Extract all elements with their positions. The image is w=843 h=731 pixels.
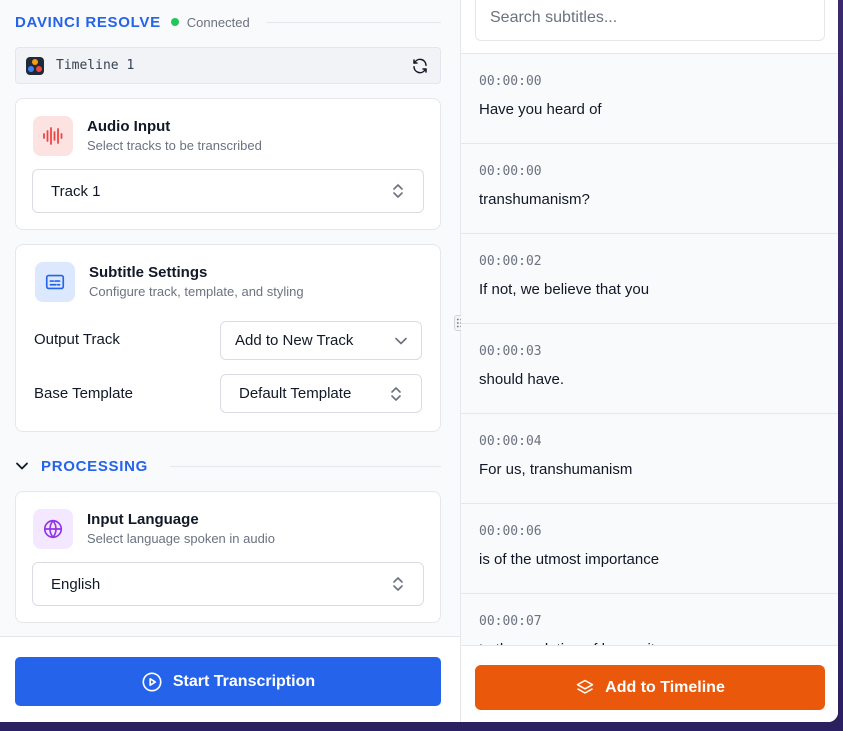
subtitle-timestamp: 00:00:02 [479,254,542,269]
audio-input-title: Audio Input [87,118,171,135]
audio-input-card: Audio Input Select tracks to be transcri… [15,98,441,230]
connection-header: DAVINCI RESOLVE Connected [15,10,441,34]
chevron-up-down-icon [393,184,403,198]
input-language-subtitle: Select language spoken in audio [87,531,275,546]
subtitle-item[interactable]: 00:00:00 Have you heard of [461,54,838,144]
subtitle-text: For us, transhumanism [479,461,633,478]
base-template-label: Base Template [34,385,133,402]
divider-line [265,21,441,23]
subtitle-timestamp: 00:00:00 [479,74,542,89]
chevron-up-down-icon [393,577,403,591]
chevron-down-icon[interactable] [15,461,29,471]
right-footer: Add to Timeline [461,645,838,722]
waveform-icon [33,116,73,156]
settings-panel: DAVINCI RESOLVE Connected Timeline 1 Aud… [0,0,460,722]
start-transcription-button[interactable]: Start Transcription [15,657,441,706]
chevron-down-icon [395,337,407,344]
layers-icon [575,678,595,698]
play-circle-icon [141,671,163,693]
subtitles-panel: 00:00:00 Have you heard of 00:00:00 transhu… [461,0,838,722]
search-bar [461,0,838,54]
start-transcription-label: Start Transcription [172,672,316,690]
subtitle-item[interactable]: 00:00:06 is of the utmost importance [461,504,838,594]
input-language-title: Input Language [87,511,199,528]
output-track-select[interactable]: Add to New Track [220,321,422,360]
subtitle-timestamp: 00:00:00 [479,164,542,179]
subtitle-list[interactable]: 00:00:00 Have you heard of 00:00:00 transhu… [461,54,838,645]
subtitle-item[interactable]: 00:00:00 transhumanism? [461,144,838,234]
timeline-bar: Timeline 1 [15,47,441,84]
davinci-resolve-logo-icon [26,56,44,75]
status-dot-icon [170,18,179,26]
subtitle-item[interactable]: 00:00:03 should have. [461,324,838,414]
add-to-timeline-label: Add to Timeline [605,678,725,696]
output-track-value: Add to New Track [235,332,354,349]
subtitle-settings-card: Subtitle Settings Configure track, templ… [15,244,441,432]
refresh-icon[interactable] [410,56,430,76]
subtitle-settings-title: Subtitle Settings [89,264,208,281]
base-template-select[interactable]: Default Template [220,374,422,413]
language-select-value: English [51,575,101,593]
left-footer: Start Transcription [0,636,460,722]
chevron-up-down-icon [391,386,401,401]
audio-input-subtitle: Select tracks to be transcribed [87,138,262,153]
subtitle-text: should have. [479,371,565,388]
timeline-name: Timeline 1 [56,58,135,73]
track-select[interactable]: Track 1 [32,169,424,213]
subtitle-item[interactable]: 00:00:02 If not, we believe that you [461,234,838,324]
subtitle-timestamp: 00:00:06 [479,524,542,539]
subtitle-text: is of the utmost importance [479,551,660,568]
divider-line [170,465,441,467]
add-to-timeline-button[interactable]: Add to Timeline [475,665,825,710]
base-template-value: Default Template [239,385,352,402]
subtitle-text: If not, we believe that you [479,281,650,298]
subtitle-item[interactable]: 00:00:07to the evolution of humanity [461,594,838,645]
language-select[interactable]: English [32,562,424,606]
search-input[interactable] [475,0,825,41]
subtitle-timestamp: 00:00:07 [479,614,542,629]
processing-section-title: PROCESSING [41,457,149,475]
subtitle-timestamp: 00:00:03 [479,344,542,359]
app-name: DAVINCI RESOLVE [15,13,161,31]
subtitle-text: transhumanism? [479,191,590,208]
connection-status: Connected [186,14,250,30]
subtitle-settings-subtitle: Configure track, template, and styling [89,284,304,299]
app-window: DAVINCI RESOLVE Connected Timeline 1 Aud… [0,0,838,722]
input-language-card: Input Language Select language spoken in… [15,491,441,623]
subtitles-icon [35,262,75,302]
processing-section-header[interactable]: PROCESSING [15,456,441,476]
output-track-label: Output Track [34,331,120,348]
globe-icon [33,509,73,549]
subtitle-text: Have you heard of [479,101,602,118]
track-select-value: Track 1 [51,182,101,200]
subtitle-timestamp: 00:00:04 [479,434,542,449]
subtitle-item[interactable]: 00:00:04 For us, transhumanism [461,414,838,504]
